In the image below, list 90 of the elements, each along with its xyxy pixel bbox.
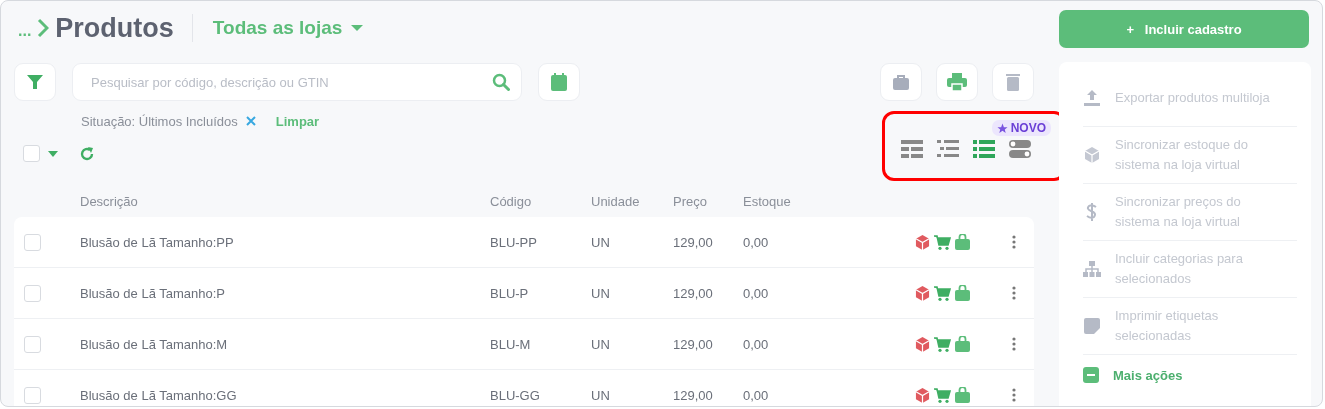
list-icon (973, 140, 995, 158)
bag-icon (955, 234, 970, 250)
table-cell-text: 0,00 (743, 234, 770, 250)
cube-icon (915, 387, 930, 403)
column-header: Unidade (591, 193, 641, 209)
refresh-icon[interactable] (79, 145, 95, 162)
row-checkbox[interactable] (24, 386, 41, 404)
cube-icon (1083, 147, 1101, 163)
cube-icon (915, 285, 930, 301)
cart-icon (934, 285, 951, 301)
row-checkbox[interactable] (24, 335, 41, 353)
hierarchy-icon (1083, 261, 1101, 277)
action-link[interactable]: Imprimir etiquetas selecionadas (1115, 306, 1270, 346)
table-cell-text: UN (591, 336, 611, 352)
table-cell-text: 0,00 (743, 387, 770, 403)
list-icon (937, 140, 959, 158)
more-icon[interactable] (1012, 286, 1016, 300)
action-link[interactable]: Incluir categorias para selecionados (1115, 249, 1270, 289)
cube-icon (915, 336, 930, 352)
print-button[interactable] (936, 63, 978, 101)
more-actions-link[interactable]: Mais ações (1113, 367, 1183, 383)
calendar-button[interactable] (538, 63, 580, 101)
label-icon (1083, 318, 1101, 334)
table-cell-text: 129,00 (673, 234, 714, 250)
table-cell-text: BLU-GG (490, 387, 541, 403)
table-cell-text: BLU-M (490, 336, 532, 352)
new-badge: NOVO (991, 120, 1051, 136)
table-cell-text: Blusão de Lã Tamanho:PP (80, 234, 235, 250)
row-checkbox[interactable] (24, 233, 41, 251)
cart-icon (934, 336, 951, 352)
filter-button[interactable] (14, 63, 56, 101)
filter-tag: Situação: Últimos Incluídos (81, 113, 238, 129)
breadcrumb-ellipsis[interactable]: ... (18, 22, 32, 40)
column-header: Código (490, 193, 533, 209)
row-checkbox[interactable] (24, 284, 41, 302)
table-cell-text: 0,00 (743, 336, 770, 352)
table-cell-text: UN (591, 285, 611, 301)
table-cell-text: 0,00 (743, 285, 770, 301)
table-cell-text: BLU-PP (490, 234, 538, 250)
chevron-right-icon (37, 18, 50, 38)
more-actions-icon (1083, 367, 1099, 383)
bag-icon (892, 74, 910, 90)
store-selector[interactable]: Todas as lojas (212, 17, 365, 39)
add-button[interactable]: + Incluir cadastro (1059, 10, 1309, 48)
more-icon[interactable] (1012, 235, 1016, 249)
search-field[interactable]: Pesquisar por código, descrição ou GTIN (72, 63, 522, 101)
view-mode-button[interactable] (937, 140, 959, 158)
delete-button[interactable] (992, 63, 1034, 101)
close-icon[interactable] (245, 116, 256, 126)
page-title: Produtos (55, 12, 174, 44)
calendar-icon (551, 73, 567, 91)
search-icon (492, 73, 510, 91)
table-cell-text: Blusão de Lã Tamanho:M (80, 336, 229, 352)
action-link[interactable]: Sincronizar preços do sistema na loja virtual (1115, 192, 1270, 232)
table-cell-text: Blusão de Lã Tamanho:GG (80, 387, 238, 403)
table-cell-text: Blusão de Lã Tamanho:P (80, 285, 227, 301)
bag-icon (955, 387, 970, 403)
bag-button[interactable] (880, 63, 922, 101)
trash-icon (1006, 73, 1020, 91)
bag-icon (955, 336, 970, 352)
table-cell-text: 129,00 (673, 285, 714, 301)
select-all-checkbox[interactable] (23, 145, 40, 162)
caret-icon (350, 24, 365, 32)
toggle-icon (1009, 140, 1031, 158)
caret-icon[interactable] (48, 150, 58, 157)
bag-icon (955, 285, 970, 301)
column-header: Descrição (80, 193, 139, 209)
table-cell-text: UN (591, 234, 611, 250)
cart-icon (934, 387, 951, 403)
star-icon (996, 122, 1008, 134)
view-mode-button[interactable] (901, 140, 923, 158)
more-icon[interactable] (1012, 337, 1016, 351)
filter-icon (27, 75, 43, 89)
cart-icon (934, 234, 951, 250)
upload-icon (1083, 90, 1101, 106)
column-header: Preço (673, 193, 708, 209)
action-link[interactable]: Sincronizar estoque do sistema na loja virtual (1115, 135, 1270, 175)
view-mode-button[interactable] (973, 140, 995, 158)
column-header: Estoque (743, 193, 792, 209)
printer-icon (947, 73, 967, 91)
more-icon[interactable] (1012, 388, 1016, 402)
action-link[interactable]: Exportar produtos multiloja (1115, 88, 1270, 108)
clear-link[interactable]: Limpar (275, 113, 320, 129)
table-cell-text: 129,00 (673, 387, 714, 403)
grid-icon (901, 140, 923, 158)
cube-icon (915, 234, 930, 250)
table-cell-text: 129,00 (673, 336, 714, 352)
view-mode-button[interactable] (1009, 140, 1031, 158)
table-cell-text: BLU-P (490, 285, 530, 301)
table-cell-text: UN (591, 387, 611, 403)
